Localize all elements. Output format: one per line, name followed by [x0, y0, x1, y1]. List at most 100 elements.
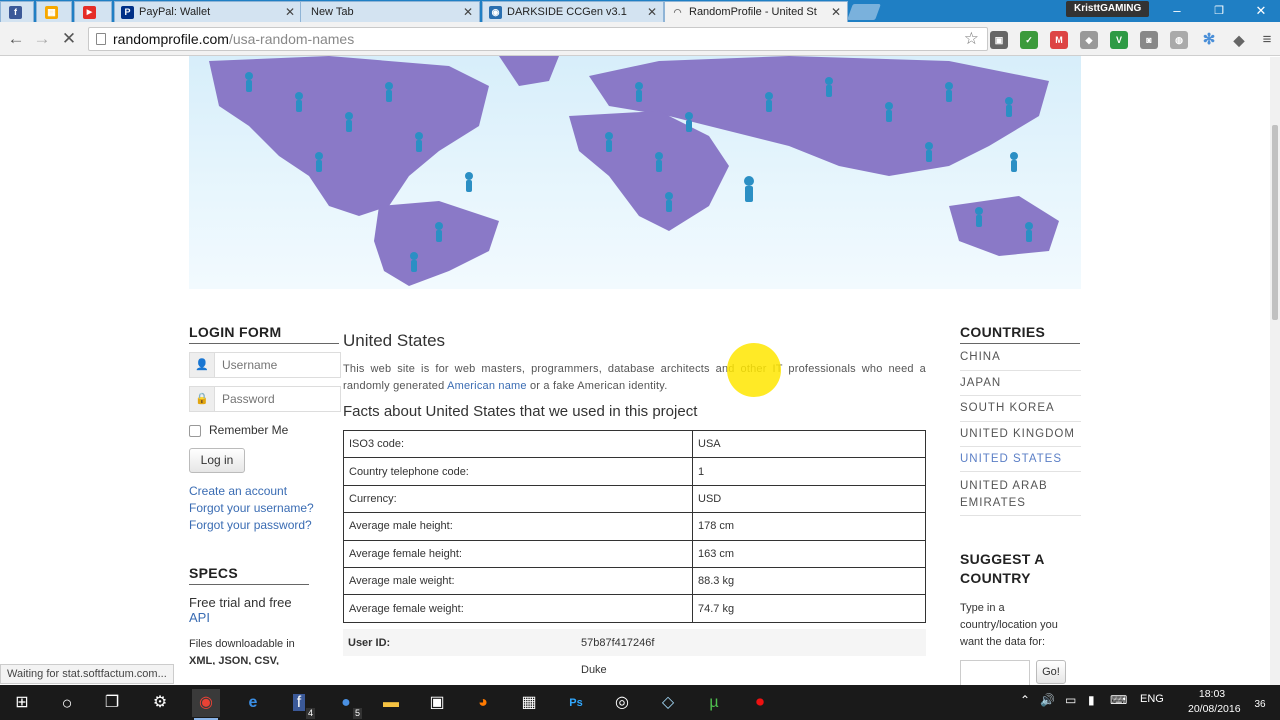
- user-icon: 👤: [190, 353, 215, 377]
- divider: [960, 471, 1081, 472]
- shield-check-icon[interactable]: ✓: [1020, 31, 1038, 49]
- country-link-uae[interactable]: UNITED ARAB EMIRATES: [960, 478, 1070, 512]
- chrome-icon[interactable]: ◉: [192, 689, 220, 720]
- country-link-united-states[interactable]: UNITED STATES: [960, 453, 1062, 465]
- remember-me-label: Remember Me: [209, 423, 289, 437]
- keyboard-icon[interactable]: ⌨: [1110, 693, 1127, 707]
- back-arrow-icon[interactable]: ←: [5, 28, 27, 50]
- clock-time: 18:03: [1198, 688, 1226, 700]
- password-input[interactable]: [216, 387, 341, 411]
- browser-toolbar: ← → ✕ randomprofile.com/usa-random-names…: [0, 22, 1280, 56]
- go-button[interactable]: Go!: [1036, 660, 1066, 684]
- crystal-icon[interactable]: ◇: [654, 689, 682, 717]
- chevron-up-icon[interactable]: ⌃: [1020, 693, 1030, 707]
- user-id-value: 57b87f417246f: [581, 637, 655, 649]
- stop-icon[interactable]: ✕: [58, 28, 80, 50]
- close-icon[interactable]: ✕: [285, 2, 295, 22]
- globe-icon[interactable]: ◍: [1170, 31, 1188, 49]
- restore-icon[interactable]: ❐: [1204, 2, 1234, 20]
- settings-gear-icon[interactable]: ⚙: [146, 689, 174, 717]
- tab-new[interactable]: New Tab ✕: [300, 1, 480, 22]
- fact-label: Average male height:: [343, 512, 693, 541]
- youtube-icon: ▶: [83, 6, 96, 19]
- camera-icon[interactable]: ◙: [1140, 31, 1158, 49]
- country-link-united-kingdom[interactable]: UNITED KINGDOM: [960, 428, 1075, 440]
- volume-icon[interactable]: 🔊: [1040, 693, 1055, 707]
- suggest-country-title: SUGGEST A COUNTRY: [960, 551, 1045, 586]
- fact-label: Average male weight:: [343, 566, 693, 596]
- messenger-icon[interactable]: ● 5: [332, 689, 362, 719]
- tab-youtube[interactable]: ▶: [74, 1, 112, 22]
- table-row: Average female weight: 74.7 kg: [343, 594, 926, 623]
- create-account-link[interactable]: Create an account: [189, 484, 287, 498]
- user-id-label: User ID:: [348, 637, 391, 649]
- minimize-icon[interactable]: –: [1162, 2, 1192, 20]
- username-field[interactable]: 👤: [189, 352, 341, 378]
- fact-value: 178 cm: [692, 512, 926, 541]
- photoshop-icon[interactable]: Ps: [562, 689, 590, 717]
- windows-taskbar: ⊞ ○ ❐ ⚙ ◉ e f4 ● 5 ▬ ▣ ◕ ▦ Ps ◎ ◇ µ ⏺ ⌃ 🔊…: [0, 685, 1280, 720]
- address-bar[interactable]: randomprofile.com/usa-random-names ☆: [88, 27, 988, 51]
- network-icon[interactable]: ▭: [1065, 693, 1076, 707]
- badge-count: 4: [305, 708, 315, 719]
- remember-me-checkbox[interactable]: [189, 425, 201, 437]
- puzzle-icon[interactable]: ◆: [1080, 31, 1098, 49]
- suggest-country-input[interactable]: [960, 660, 1030, 686]
- tab-paypal[interactable]: P PayPal: Wallet ✕: [114, 1, 302, 22]
- edge-icon[interactable]: e: [239, 689, 267, 717]
- profile-name[interactable]: KristtGAMING: [1066, 1, 1150, 17]
- cortana-circle-icon[interactable]: ○: [53, 689, 81, 717]
- extension-icon[interactable]: ▣: [990, 31, 1008, 49]
- scrollbar-thumb[interactable]: [1272, 125, 1278, 320]
- login-button[interactable]: Log in: [189, 448, 245, 473]
- bookmark-star-icon[interactable]: ☆: [964, 28, 979, 50]
- location-pin-icon[interactable]: ◆: [1230, 31, 1248, 49]
- table-row: Average male weight: 88.3 kg: [343, 566, 926, 596]
- country-link-japan[interactable]: JAPAN: [960, 377, 1001, 389]
- new-tab-button[interactable]: [847, 4, 881, 20]
- facebook-app-icon[interactable]: f4: [285, 689, 315, 719]
- utorrent-icon[interactable]: µ: [700, 689, 728, 717]
- battery-icon[interactable]: ▮: [1088, 693, 1095, 707]
- notification-center-icon[interactable]: 36: [1248, 691, 1272, 713]
- divider: [189, 343, 339, 344]
- country-link-china[interactable]: CHINA: [960, 351, 1001, 363]
- close-icon[interactable]: ✕: [463, 2, 473, 22]
- fact-label: Country telephone code:: [343, 457, 693, 486]
- table-row: Country telephone code: 1: [343, 457, 926, 486]
- task-view-icon[interactable]: ❐: [98, 689, 126, 717]
- tab-facebook[interactable]: f: [0, 1, 34, 22]
- tab-store[interactable]: ▦: [36, 1, 72, 22]
- folder-icon[interactable]: ▬: [377, 689, 405, 717]
- forward-arrow-icon[interactable]: →: [31, 28, 53, 50]
- close-icon[interactable]: ✕: [647, 2, 657, 22]
- close-icon[interactable]: ✕: [831, 2, 841, 22]
- steam-icon[interactable]: ◎: [608, 689, 636, 717]
- media-player-icon[interactable]: ▦: [515, 689, 543, 717]
- password-field[interactable]: 🔒: [189, 386, 341, 412]
- close-window-icon[interactable]: ✕: [1246, 2, 1276, 20]
- username-input[interactable]: [216, 353, 341, 377]
- api-link[interactable]: API: [189, 610, 210, 625]
- forgot-username-link[interactable]: Forgot your username?: [189, 501, 314, 515]
- divider: [960, 343, 1080, 344]
- tab-randomprofile[interactable]: ◠ RandomProfile - United St ✕: [664, 1, 848, 22]
- clock[interactable]: 18:03 20/08/2016: [1188, 687, 1241, 717]
- record-icon[interactable]: ⏺: [746, 689, 774, 717]
- fact-label: ISO3 code:: [343, 429, 693, 459]
- forgot-password-link[interactable]: Forgot your password?: [189, 518, 312, 532]
- american-name-link[interactable]: American name: [447, 380, 527, 392]
- menu-icon[interactable]: ≡: [1258, 31, 1276, 49]
- profile-name-value: Duke: [581, 664, 607, 676]
- firefox-icon[interactable]: ◕: [469, 689, 497, 717]
- language-indicator[interactable]: ENG: [1140, 693, 1164, 705]
- mail-icon[interactable]: M: [1050, 31, 1068, 49]
- snowflake-icon[interactable]: ✻: [1200, 31, 1218, 49]
- tab-darkside[interactable]: ◉ DARKSIDE CCGen v3.1 ✕: [482, 1, 664, 22]
- page-icon: [96, 33, 106, 45]
- specs-title: SPECS: [189, 565, 238, 581]
- windows-start-icon[interactable]: ⊞: [8, 689, 36, 717]
- store-bag-icon[interactable]: ▣: [423, 689, 451, 717]
- adblock-shield-icon[interactable]: V: [1110, 31, 1128, 49]
- country-link-south-korea[interactable]: SOUTH KOREA: [960, 402, 1055, 414]
